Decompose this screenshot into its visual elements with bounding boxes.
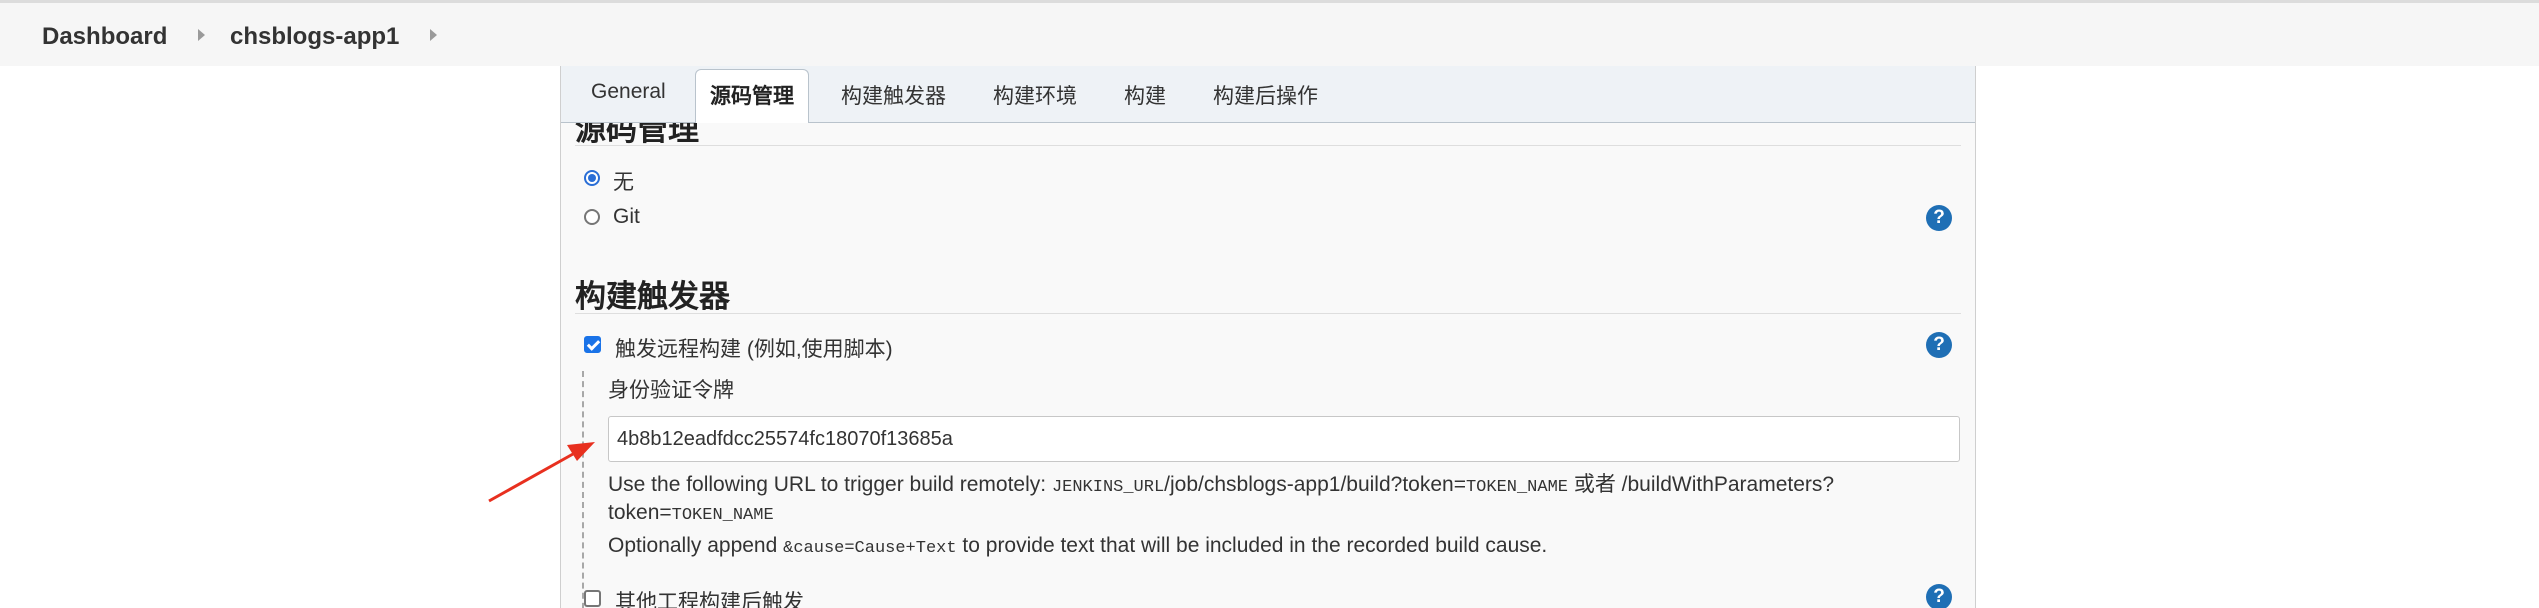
remote-trigger-label[interactable]: 触发远程构建 (例如,使用脚本) bbox=[615, 333, 893, 363]
breadcrumb-dashboard[interactable]: Dashboard bbox=[42, 23, 167, 51]
tab-build-environment[interactable]: 构建环境 bbox=[993, 80, 1077, 110]
annotation-arrow-icon bbox=[488, 442, 595, 503]
breadcrumb-chevron-icon[interactable] bbox=[198, 29, 205, 41]
scm-none-label[interactable]: 无 bbox=[613, 166, 634, 196]
desc-code: TOKEN_NAME bbox=[1465, 478, 1568, 497]
triggers-section-title: 构建触发器 bbox=[575, 279, 730, 314]
scm-git-label[interactable]: Git bbox=[613, 205, 640, 229]
desc-code: JENKINS_URL bbox=[1051, 478, 1165, 497]
tab-general[interactable]: General bbox=[591, 80, 666, 104]
other-project-trigger-checkbox[interactable] bbox=[584, 590, 601, 607]
tab-build[interactable]: 构建 bbox=[1124, 80, 1166, 110]
help-icon[interactable]: ? bbox=[1926, 332, 1952, 358]
tab-scm[interactable]: 源码管理 bbox=[695, 69, 809, 123]
scm-git-radio[interactable] bbox=[584, 209, 600, 225]
help-icon[interactable]: ? bbox=[1926, 584, 1952, 608]
breadcrumb: Dashboard chsblogs-app1 bbox=[0, 0, 2539, 66]
tab-build-triggers[interactable]: 构建触发器 bbox=[841, 80, 946, 110]
trigger-url-description: Use the following URL to trigger build r… bbox=[608, 468, 1834, 498]
remote-trigger-checkbox[interactable] bbox=[584, 336, 601, 353]
desc-text: 或者 /buildWithParameters? bbox=[1568, 473, 1835, 496]
trigger-url-description-line2: token=TOKEN_NAME bbox=[608, 501, 774, 525]
other-project-trigger-label[interactable]: 其他工程构建后触发 bbox=[615, 586, 804, 608]
desc-text: Optionally append bbox=[608, 534, 784, 557]
desc-code: &cause=Cause+Text bbox=[783, 539, 957, 558]
desc-code: TOKEN_NAME bbox=[671, 506, 774, 525]
breadcrumb-chevron-icon[interactable] bbox=[430, 29, 437, 41]
desc-text: Use the following URL to trigger build r… bbox=[608, 473, 1052, 496]
tab-bar: General 源码管理 构建触发器 构建环境 构建 构建后操作 bbox=[561, 66, 1975, 123]
breadcrumb-job[interactable]: chsblogs-app1 bbox=[230, 23, 399, 51]
divider bbox=[575, 313, 1961, 314]
scm-none-radio[interactable] bbox=[584, 170, 600, 186]
config-panel: General 源码管理 构建触发器 构建环境 构建 构建后操作 源码管理 无 … bbox=[560, 66, 1976, 608]
cause-description: Optionally append &cause=Cause+Text to p… bbox=[608, 534, 1547, 558]
tab-post-build[interactable]: 构建后操作 bbox=[1213, 80, 1318, 110]
desc-text: to provide text that will be included in… bbox=[956, 534, 1548, 557]
auth-token-input[interactable] bbox=[608, 416, 1960, 462]
desc-text: /job/chsblogs-app1/build?token= bbox=[1164, 473, 1466, 496]
help-icon[interactable]: ? bbox=[1926, 205, 1952, 231]
token-label: 身份验证令牌 bbox=[608, 379, 734, 402]
desc-text: token= bbox=[608, 501, 672, 524]
divider bbox=[575, 145, 1961, 146]
